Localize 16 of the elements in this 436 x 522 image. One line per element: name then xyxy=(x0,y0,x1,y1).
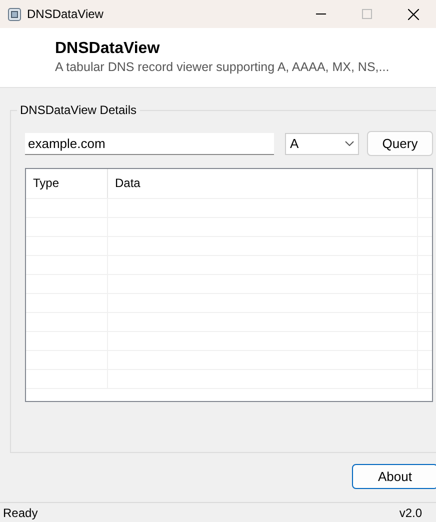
status-text: Ready xyxy=(3,506,38,520)
column-header[interactable]: Type xyxy=(26,169,108,198)
about-button[interactable]: About xyxy=(352,464,436,489)
group-title: DNSDataView Details xyxy=(17,103,140,117)
query-button[interactable]: Query xyxy=(367,131,433,156)
domain-field[interactable]: example.com xyxy=(25,132,274,154)
app-icon xyxy=(8,8,21,20)
close-icon xyxy=(408,8,418,20)
app-title: DNSDataView xyxy=(55,39,161,59)
app-subtitle: A tabular DNS record viewer supporting A, AAAA, MX, NS,... xyxy=(55,59,390,75)
chevron-icon xyxy=(345,141,354,146)
column-header[interactable]: Data xyxy=(108,169,418,198)
maximize-icon xyxy=(362,9,372,19)
window-title: DNSDataView xyxy=(27,7,104,21)
version-text: v2.0 xyxy=(399,506,422,520)
type-dropdown[interactable]: A xyxy=(285,132,359,154)
